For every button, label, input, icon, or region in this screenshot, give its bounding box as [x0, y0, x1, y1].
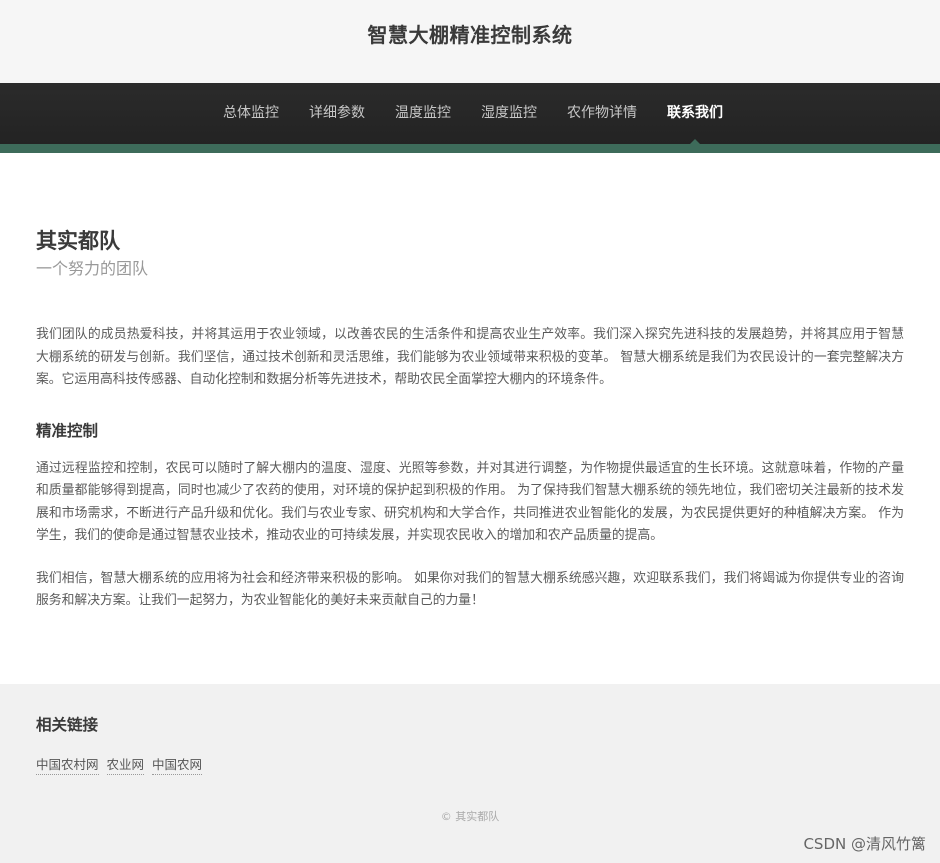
footer-link-china-agri[interactable]: 中国农网: [152, 754, 203, 775]
footer-links-heading: 相关链接: [36, 716, 99, 734]
contact-invitation-paragraph: 我们相信，智慧大棚系统的应用将为社会和经济带来积极的影响。 如果你对我们的智慧大…: [36, 570, 904, 609]
nav-item-temperature-monitoring[interactable]: 温度监控: [380, 83, 466, 144]
nav-item-overall-monitoring[interactable]: 总体监控: [208, 83, 294, 144]
nav-item-detailed-parameters[interactable]: 详细参数: [294, 83, 380, 144]
main-nav: 总体监控 详细参数 温度监控 湿度监控 农作物详情 联系我们: [0, 83, 940, 144]
intro-paragraph: 我们团队的成员热爱科技，并将其运用于农业领域，以改善农民的生活条件和提高农业生产…: [36, 327, 904, 387]
precise-control-paragraph: 通过远程监控和控制，农民可以随时了解大棚内的温度、湿度、光照等参数，并对其进行调…: [36, 460, 904, 544]
footer-links: 中国农村网 农业网 中国农网: [36, 754, 904, 775]
site-header: 智慧大棚精准控制系统: [0, 0, 940, 83]
nav-accent-stripe: [0, 144, 940, 153]
nav-item-crop-details[interactable]: 农作物详情: [552, 83, 652, 144]
csdn-watermark: CSDN @清风竹篱: [803, 835, 926, 853]
nav-list: 总体监控 详细参数 温度监控 湿度监控 农作物详情 联系我们: [0, 83, 940, 144]
nav-item-contact-us[interactable]: 联系我们: [652, 83, 738, 144]
team-name-heading: 其实都队: [36, 229, 120, 253]
nav-item-humidity-monitoring[interactable]: 湿度监控: [466, 83, 552, 144]
site-title: 智慧大棚精准控制系统: [367, 23, 573, 47]
team-tagline: 一个努力的团队: [36, 259, 149, 278]
copyright-text: © 其实都队: [440, 810, 500, 823]
footer-link-china-rural[interactable]: 中国农村网: [36, 754, 99, 775]
site-footer: 相关链接 中国农村网 农业网 中国农网 © 其实都队: [0, 684, 940, 863]
footer-link-agriculture[interactable]: 农业网: [106, 754, 145, 775]
main-content: 其实都队 一个努力的团队 我们团队的成员热爱科技，并将其运用于农业领域，以改善农…: [0, 153, 940, 613]
section-heading-precise-control: 精准控制: [36, 421, 99, 440]
